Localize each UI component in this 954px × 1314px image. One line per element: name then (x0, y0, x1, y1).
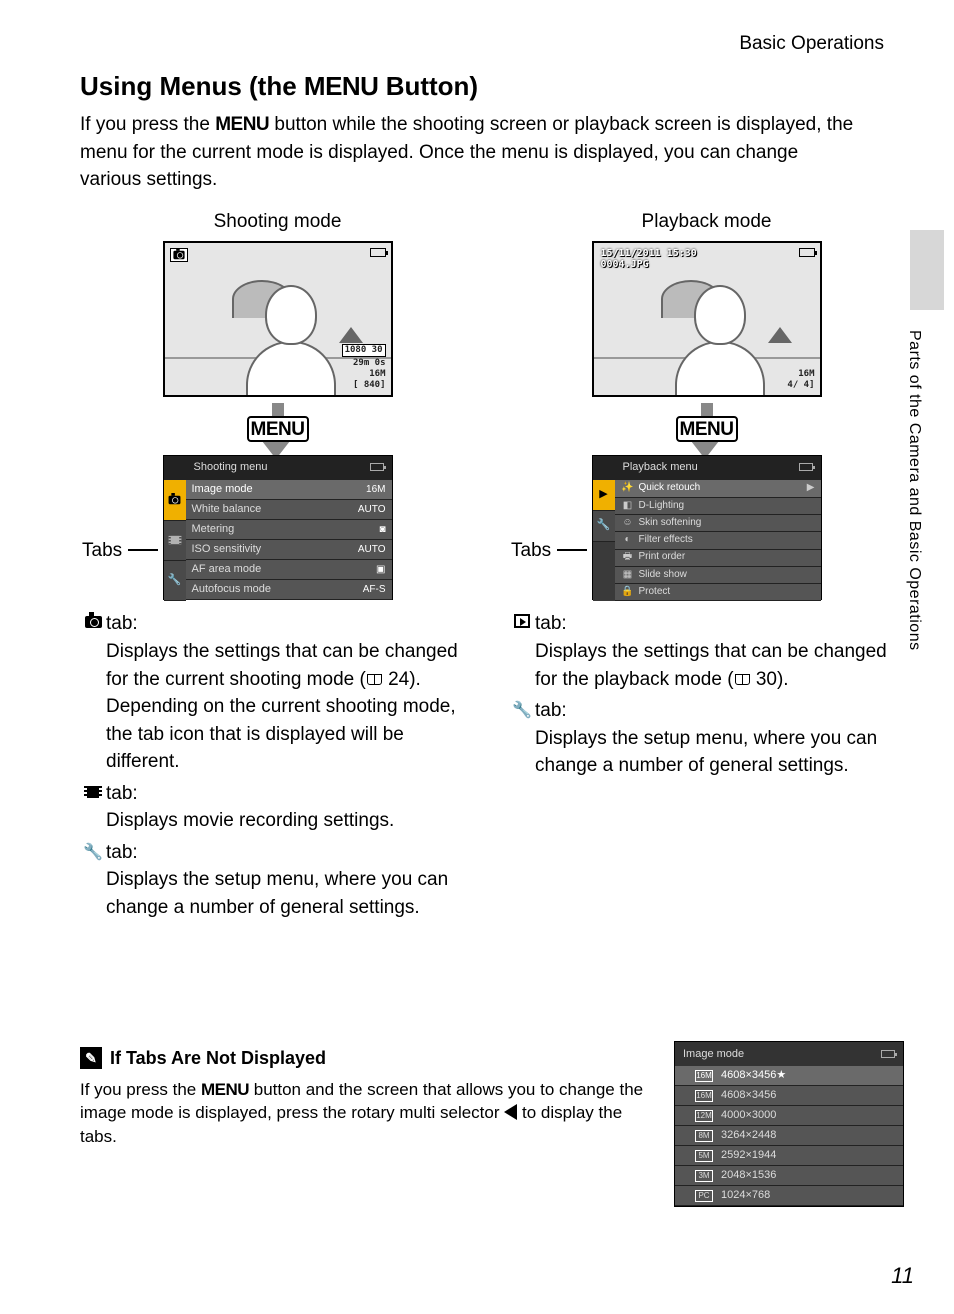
playback-mode-title: Playback mode (509, 208, 904, 236)
menu-button-label: MENU (247, 416, 309, 442)
menu-row: Metering◙ (186, 520, 392, 540)
note-section: ✎ If Tabs Are Not Displayed If you press… (80, 1045, 904, 1207)
playback-icon (509, 612, 535, 635)
shooting-mode-title: Shooting mode (80, 208, 475, 236)
image-mode-option: 3M2048×1536 (675, 1166, 903, 1186)
image-mode-option: 12M4000×3000 (675, 1106, 903, 1126)
page-title: Using Menus (the MENU Button) (80, 68, 904, 106)
shooting-lcd-preview: 1080 30 29m 0s 16M [ 840] (163, 241, 393, 397)
image-mode-option: 5M2592×1944 (675, 1146, 903, 1166)
tab-playback-icon: ▶ (593, 480, 615, 511)
image-mode-title: Image mode (683, 1048, 744, 1060)
shooting-menu-title: Shooting menu (194, 461, 268, 473)
camera-icon (80, 612, 106, 635)
shooting-menu-block: Shooting menu 🔧 Image mode16M White bala… (163, 455, 393, 600)
camera-mode-icon (170, 248, 188, 262)
image-mode-option: 16M4608×3456 (675, 1086, 903, 1106)
menu-row: ◐Filter effects (615, 532, 821, 549)
menu-row: ISO sensitivityAUTO (186, 540, 392, 560)
shooting-tab-explanations: tab: Displays the settings that can be c… (80, 610, 475, 921)
wrench-icon: 🔧 (80, 841, 106, 864)
tab-setup-icon: 🔧 (593, 511, 615, 542)
menu-row: ☺Skin softening (615, 515, 821, 532)
page-number: 11 (891, 1260, 914, 1292)
note-body: If you press the MENU button and the scr… (80, 1078, 654, 1149)
playback-mode-column: Playback mode 15/11/2011 15:300004.JPG 1… (509, 208, 904, 926)
menu-row: Image mode16M (186, 480, 392, 500)
note-title: ✎ If Tabs Are Not Displayed (80, 1045, 654, 1071)
menu-row: Autofocus modeAF-S (186, 580, 392, 600)
battery-icon (370, 248, 386, 257)
header-section: Basic Operations (80, 30, 904, 58)
menu-row: AF area mode▣ (186, 560, 392, 580)
book-ref-icon (735, 674, 750, 685)
menu-row: White balanceAUTO (186, 500, 392, 520)
menu-word: MENU (304, 71, 379, 101)
tab-camera-icon (164, 480, 186, 520)
shooting-menu-items: Image mode16M White balanceAUTO Metering… (186, 480, 392, 601)
page-edge-tab (910, 230, 944, 310)
note-pencil-icon: ✎ (80, 1047, 102, 1069)
intro-paragraph: If you press the MENU button while the s… (80, 111, 904, 194)
image-mode-option: 16M4608×3456★ (675, 1066, 903, 1086)
tabs-callout-label: Tabs (511, 537, 551, 565)
playback-menu-block: Playback menu ▶ 🔧 ✨Quick retouch▶ ◧D-Lig… (592, 455, 822, 600)
image-mode-menu: Image mode 16M4608×3456★ 16M4608×3456 12… (674, 1041, 904, 1207)
tabs-callout-label: Tabs (82, 537, 122, 565)
image-mode-option: 8M3264×2448 (675, 1126, 903, 1146)
book-ref-icon (367, 674, 382, 685)
battery-icon (799, 248, 815, 257)
playback-lcd-preview: 15/11/2011 15:300004.JPG 16M 4/ 4] (592, 241, 822, 397)
menu-row: 🖶Print order (615, 550, 821, 567)
shooting-mode-column: Shooting mode 1080 30 29m 0s 16M [ 840] … (80, 208, 475, 926)
playback-menu-title: Playback menu (623, 461, 698, 473)
playback-overlay: 16M 4/ 4] (787, 369, 814, 391)
menu-row: ◧D-Lighting (615, 498, 821, 515)
title-text-c: Button) (378, 71, 478, 101)
movie-icon (80, 782, 106, 805)
tab-movie-icon (164, 521, 186, 561)
menu-row: ✨Quick retouch▶ (615, 480, 821, 497)
playback-menu-items: ✨Quick retouch▶ ◧D-Lighting ☺Skin soften… (615, 480, 821, 601)
menu-row: ▦Slide show (615, 567, 821, 584)
playback-tab-column: ▶ 🔧 (593, 480, 615, 601)
menu-row: 🔒Protect (615, 584, 821, 601)
playback-tab-explanations: tab: Displays the settings that can be c… (509, 610, 904, 779)
left-triangle-icon (504, 1104, 517, 1120)
image-mode-option: PC1024×768 (675, 1186, 903, 1206)
wrench-icon: 🔧 (509, 699, 535, 722)
person-illustration (665, 285, 775, 397)
shooting-tab-column: 🔧 (164, 480, 186, 601)
tab-setup-icon: 🔧 (164, 561, 186, 601)
title-text-a: Using Menus (the (80, 71, 304, 101)
menu-button-label: MENU (676, 416, 738, 442)
side-chapter-label: Parts of the Camera and Basic Operations (903, 330, 926, 651)
person-illustration (236, 285, 346, 397)
shooting-overlay: 1080 30 29m 0s 16M [ 840] (342, 344, 386, 390)
